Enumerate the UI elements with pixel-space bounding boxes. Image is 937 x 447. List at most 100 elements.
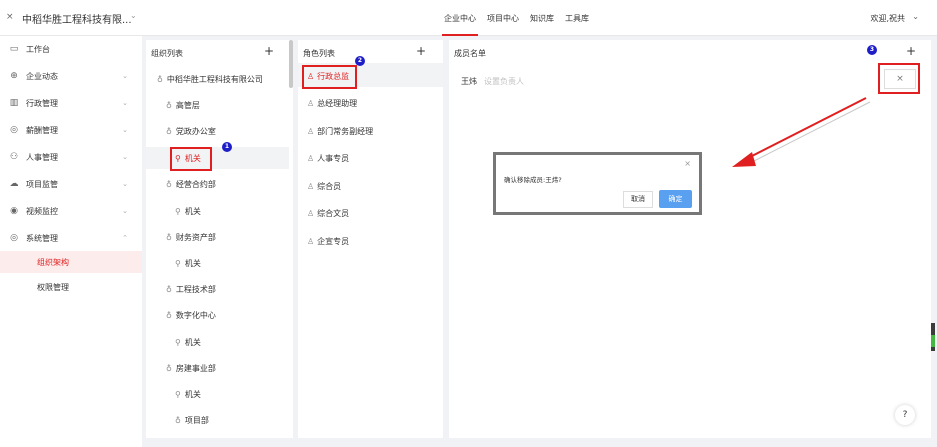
tree-item[interactable]: ♁ 经营合约部 — [166, 179, 216, 190]
sidebar-subitem-label: 组织架构 — [37, 257, 69, 267]
user-icon: ♙ — [307, 209, 315, 218]
role-item[interactable]: ♙ 总经理助理 — [307, 98, 357, 109]
role-item[interactable]: ♙ 综合文员 — [307, 208, 349, 219]
role-list-title: 角色列表 — [303, 49, 335, 58]
role-item[interactable]: ♙ 人事专员 — [307, 153, 349, 164]
add-role-button[interactable]: + — [416, 44, 426, 58]
sidebar-item-hr[interactable]: ⚇ 人事管理 ⌄ — [0, 144, 142, 170]
tree-item-root[interactable]: ♁ 中稻华胜工程科技有限公司 — [157, 74, 263, 85]
tab-project-center[interactable]: 项目中心 — [483, 0, 523, 36]
sidebar-subitem-org-structure[interactable]: 组织架构 — [0, 249, 142, 275]
tab-enterprise-center[interactable]: 企业中心 — [440, 0, 480, 36]
scrollbar[interactable] — [289, 40, 293, 88]
chevron-down-icon: ⌄ — [122, 126, 128, 134]
chevron-down-icon[interactable]: ⌄ — [130, 11, 137, 20]
org-list-panel: 组织列表 + ♁ 中稻华胜工程科技有限公司 ♁ 高管层 ♁ 党政办公室 ⚲ 机关 ♁ 经营… — [146, 40, 293, 438]
sidebar-item-payroll[interactable]: ◎ 薪酬管理 ⌄ — [0, 117, 142, 143]
globe-icon: ⊕ — [10, 71, 18, 81]
camera-icon: ◉ — [10, 206, 18, 216]
add-member-button[interactable]: + — [906, 44, 916, 58]
sidebar-item-label: 薪酬管理 — [26, 125, 58, 135]
member-list-title: 成员名单 — [454, 49, 486, 58]
role-item[interactable]: ♙ 企宣专员 — [307, 236, 349, 247]
chevron-down-icon: ⌄ — [122, 180, 128, 188]
tab-knowledge-base[interactable]: 知识库 — [526, 0, 558, 36]
side-handle-indicator — [931, 335, 935, 347]
help-button[interactable]: ? — [895, 405, 915, 425]
chevron-down-icon: ⌄ — [122, 72, 128, 80]
tree-item[interactable]: ♁ 党政办公室 — [166, 126, 216, 137]
top-bar: × 中稻华胜工程科技有限... ⌄ 企业中心 项目中心 知识库 工具库 欢迎,祝… — [0, 0, 937, 36]
tree-item[interactable]: ⚲ 机关 — [175, 258, 201, 269]
org-tree-icon: ♁ — [166, 285, 172, 294]
role-list-panel: 角色列表 + ♙ 行政总监 ♙ 总经理助理 ♙ 部门常务副经理 ♙ 人事专员 ♙ 综合员 … — [298, 40, 443, 438]
sidebar-item-label: 行政管理 — [26, 98, 58, 108]
office-node-icon: ⚲ — [175, 390, 181, 399]
step-badge-2: 2 — [355, 56, 365, 66]
chevron-down-icon: ⌄ — [122, 99, 128, 107]
sidebar-item-label: 视频监控 — [26, 206, 58, 216]
tree-item[interactable]: ♁ 高管层 — [166, 100, 200, 111]
user-icon: ♙ — [307, 182, 315, 191]
office-node-icon: ⚲ — [175, 338, 181, 347]
monitor-icon: ▭ — [9, 44, 19, 54]
org-list-title: 组织列表 — [151, 49, 183, 58]
annotation-box — [302, 65, 357, 89]
office-node-icon: ⚲ — [175, 259, 181, 268]
role-item[interactable]: ♙ 综合员 — [307, 181, 341, 192]
confirm-button[interactable]: 确定 — [659, 190, 692, 208]
chevron-down-icon: ⌄ — [122, 207, 128, 215]
tree-item[interactable]: ♁ 工程技术部 — [166, 284, 216, 295]
people-icon: ⚇ — [9, 152, 19, 162]
tree-item[interactable]: ♁ 数字化中心 — [166, 310, 216, 321]
sidebar-item-enterprise-news[interactable]: ⊕ 企业动态 ⌄ — [0, 63, 142, 89]
cancel-button[interactable]: 取消 — [623, 191, 653, 208]
set-leader-link[interactable]: 设置负责人 — [484, 76, 524, 87]
sidebar-item-label: 企业动态 — [26, 71, 58, 81]
chevron-down-icon[interactable]: ⌄ — [912, 12, 919, 21]
active-highlight — [146, 147, 289, 169]
org-tree-icon: ♁ — [166, 101, 172, 110]
coin-icon: ◎ — [10, 125, 18, 135]
role-item[interactable]: ♙ 部门常务副经理 — [307, 126, 373, 137]
user-icon: ♙ — [307, 154, 315, 163]
office-node-icon: ⚲ — [175, 207, 181, 216]
close-icon[interactable]: × — [684, 159, 691, 168]
top-nav: 企业中心 项目中心 知识库 工具库 — [440, 0, 596, 36]
sidebar-item-system-management[interactable]: ◎ 系统管理 ⌃ — [0, 225, 142, 251]
sidebar-subitem-label: 权限管理 — [37, 282, 69, 292]
user-icon: ♙ — [307, 237, 315, 246]
close-icon[interactable]: × — [6, 12, 14, 22]
sidebar-item-label: 工作台 — [26, 44, 50, 54]
sidebar-item-workbench[interactable]: ▭ 工作台 — [0, 36, 142, 62]
sidebar-item-label: 系统管理 — [26, 233, 58, 243]
step-badge-1: 1 — [222, 142, 232, 152]
annotation-box — [170, 147, 212, 171]
sidebar-item-video-monitoring[interactable]: ◉ 视频监控 ⌄ — [0, 198, 142, 224]
org-tree-icon: ♁ — [166, 311, 172, 320]
sidebar-item-project-supervision[interactable]: ☁ 项目监管 ⌄ — [0, 171, 142, 197]
org-tree-icon: ♁ — [166, 364, 172, 373]
tree-item[interactable]: ⚲ 机关 — [175, 206, 201, 217]
sidebar-item-label: 人事管理 — [26, 152, 58, 162]
building-icon: ▥ — [9, 98, 19, 108]
user-menu[interactable]: 欢迎,祝共 — [870, 13, 905, 24]
annotation-box — [878, 63, 920, 94]
company-switcher[interactable]: 中稻华胜工程科技有限... — [22, 11, 132, 26]
cloud-icon: ☁ — [9, 179, 19, 189]
tree-item[interactable]: ⚲ 机关 — [175, 337, 201, 348]
member-name: 王炜 — [461, 77, 477, 86]
sidebar-item-admin[interactable]: ▥ 行政管理 ⌄ — [0, 90, 142, 116]
tab-tool-library[interactable]: 工具库 — [561, 0, 593, 36]
sidebar-subitem-permissions[interactable]: 权限管理 — [0, 274, 142, 300]
dialog-message: 确认移除成员:王炜? — [504, 176, 562, 184]
user-icon: ♙ — [307, 99, 315, 108]
sidebar-item-label: 项目监管 — [26, 179, 58, 189]
add-org-button[interactable]: + — [264, 44, 274, 58]
org-tree-icon: ♁ — [157, 75, 163, 84]
settings-icon: ◎ — [10, 233, 18, 243]
tree-item[interactable]: ♁ 房建事业部 — [166, 363, 216, 374]
tree-item[interactable]: ⚲ 机关 — [175, 389, 201, 400]
tree-item[interactable]: ♁ 财务资产部 — [166, 232, 216, 243]
tree-item[interactable]: ♁ 项目部 — [175, 415, 209, 426]
